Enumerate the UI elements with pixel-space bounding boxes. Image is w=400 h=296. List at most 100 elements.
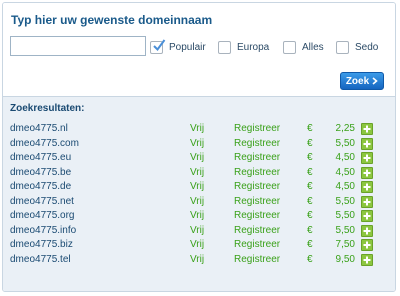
option-alles[interactable]: Alles [283,39,324,55]
domain-name: dmeo4775.be [10,166,72,178]
register-link[interactable]: Registreer [234,180,280,195]
domain-name: dmeo4775.eu [10,152,72,163]
price: 5,50 [335,210,355,221]
availability-status: Vrij [190,123,205,134]
add-to-cart-button[interactable] [361,166,373,179]
result-row: dmeo4775.nl Vrij Registreer €2,25 [3,122,395,137]
option-label: Europa [237,41,270,53]
zoek-button[interactable]: Zoek [340,72,384,90]
availability-status: Vrij [190,239,205,250]
result-row: dmeo4775.tel Vrij Registreer €9,50 [3,253,395,268]
checkmark-icon [153,38,166,51]
availability-status: Vrij [190,224,205,236]
add-to-cart-button[interactable] [361,253,373,266]
register-link[interactable]: Registreer [234,137,280,152]
plus-icon [363,227,371,234]
register-link[interactable]: Registreer [234,238,280,253]
plus-icon [363,140,371,147]
availability-status: Vrij [190,166,205,178]
checkbox-alles[interactable] [283,40,296,54]
result-row: dmeo4775.biz Vrij Registreer €7,50 [3,238,395,253]
result-row: dmeo4775.eu Vrij Registreer €4,50 [3,151,395,166]
price: 4,50 [335,181,355,192]
price: 5,50 [335,195,355,207]
availability-status: Vrij [190,210,205,221]
option-populair[interactable]: Populair [150,38,206,55]
result-row: dmeo4775.de Vrij Registreer €4,50 [3,180,395,195]
domain-search-input[interactable] [10,36,146,56]
availability-status: Vrij [190,137,205,149]
plus-icon [363,241,371,249]
register-link[interactable]: Registreer [234,122,280,137]
results-panel: Zoekresultaten: dmeo4775.nl Vrij Registree… [3,96,395,291]
result-row: dmeo4775.be Vrij Registreer €4,50 [3,166,395,181]
checkbox-sedo[interactable] [336,40,349,54]
checkbox-europa[interactable] [218,40,231,54]
price: 4,50 [335,152,355,163]
register-link[interactable]: Registreer [234,209,280,224]
search-panel: Typ hier uw gewenste domeinnaam Populair… [3,3,395,96]
register-link[interactable]: Registreer [234,253,280,268]
add-to-cart-button[interactable] [361,137,373,150]
currency-symbol: € [307,239,313,250]
option-label: Alles [302,41,324,53]
currency-symbol: € [307,224,313,236]
currency-symbol: € [307,210,313,221]
results-list: dmeo4775.nl Vrij Registreer €2,25 dmeo4775.c… [3,122,395,267]
availability-status: Vrij [190,152,205,163]
price: 5,50 [335,224,355,236]
add-to-cart-button[interactable] [361,123,373,135]
search-title: Typ hier uw gewenste domeinnaam [11,13,213,27]
domain-search-widget: Typ hier uw gewenste domeinnaam Populair… [2,2,396,292]
result-row: dmeo4775.info Vrij Registreer €5,50 [3,224,395,239]
register-link[interactable]: Registreer [234,224,280,239]
domain-name: dmeo4775.org [10,210,75,221]
zoek-button-label: Zoek [345,75,370,87]
plus-icon [363,154,371,162]
register-link[interactable]: Registreer [234,151,280,166]
price: 5,50 [335,137,355,149]
availability-status: Vrij [190,181,205,192]
currency-symbol: € [307,195,313,207]
plus-icon [363,198,371,205]
add-to-cart-button[interactable] [361,195,373,208]
add-to-cart-button[interactable] [361,181,373,193]
domain-name: dmeo4775.info [10,224,77,236]
add-to-cart-button[interactable] [361,239,373,251]
currency-symbol: € [307,166,313,178]
add-to-cart-button[interactable] [361,210,373,222]
availability-status: Vrij [190,195,205,207]
availability-status: Vrij [190,253,205,265]
register-link[interactable]: Registreer [234,195,280,210]
domain-name: dmeo4775.nl [10,123,68,134]
result-row: dmeo4775.com Vrij Registreer €5,50 [3,137,395,152]
domain-name: dmeo4775.tel [10,253,71,265]
chevron-right-icon [372,77,378,85]
checkbox-populair[interactable] [150,38,166,54]
price: 9,50 [335,253,355,265]
currency-symbol: € [307,181,313,192]
plus-icon [363,125,371,133]
result-row: dmeo4775.net Vrij Registreer €5,50 [3,195,395,210]
register-link[interactable]: Registreer [234,166,280,181]
currency-symbol: € [307,123,313,134]
currency-symbol: € [307,137,313,149]
plus-icon [363,169,371,176]
option-label: Populair [169,41,206,53]
price: 4,50 [335,166,355,178]
domain-name: dmeo4775.net [10,195,74,207]
domain-name: dmeo4775.de [10,181,72,192]
plus-icon [363,256,371,263]
results-title: Zoekresultaten: [10,103,85,114]
add-to-cart-button[interactable] [361,152,373,164]
option-sedo[interactable]: Sedo [336,39,378,55]
plus-icon [363,183,371,191]
domain-name: dmeo4775.com [10,137,79,149]
price: 7,50 [335,239,355,250]
price: 2,25 [335,123,355,134]
currency-symbol: € [307,253,313,265]
domain-name: dmeo4775.biz [10,239,73,250]
option-europa[interactable]: Europa [218,39,269,55]
option-label: Sedo [355,41,379,53]
add-to-cart-button[interactable] [361,224,373,237]
